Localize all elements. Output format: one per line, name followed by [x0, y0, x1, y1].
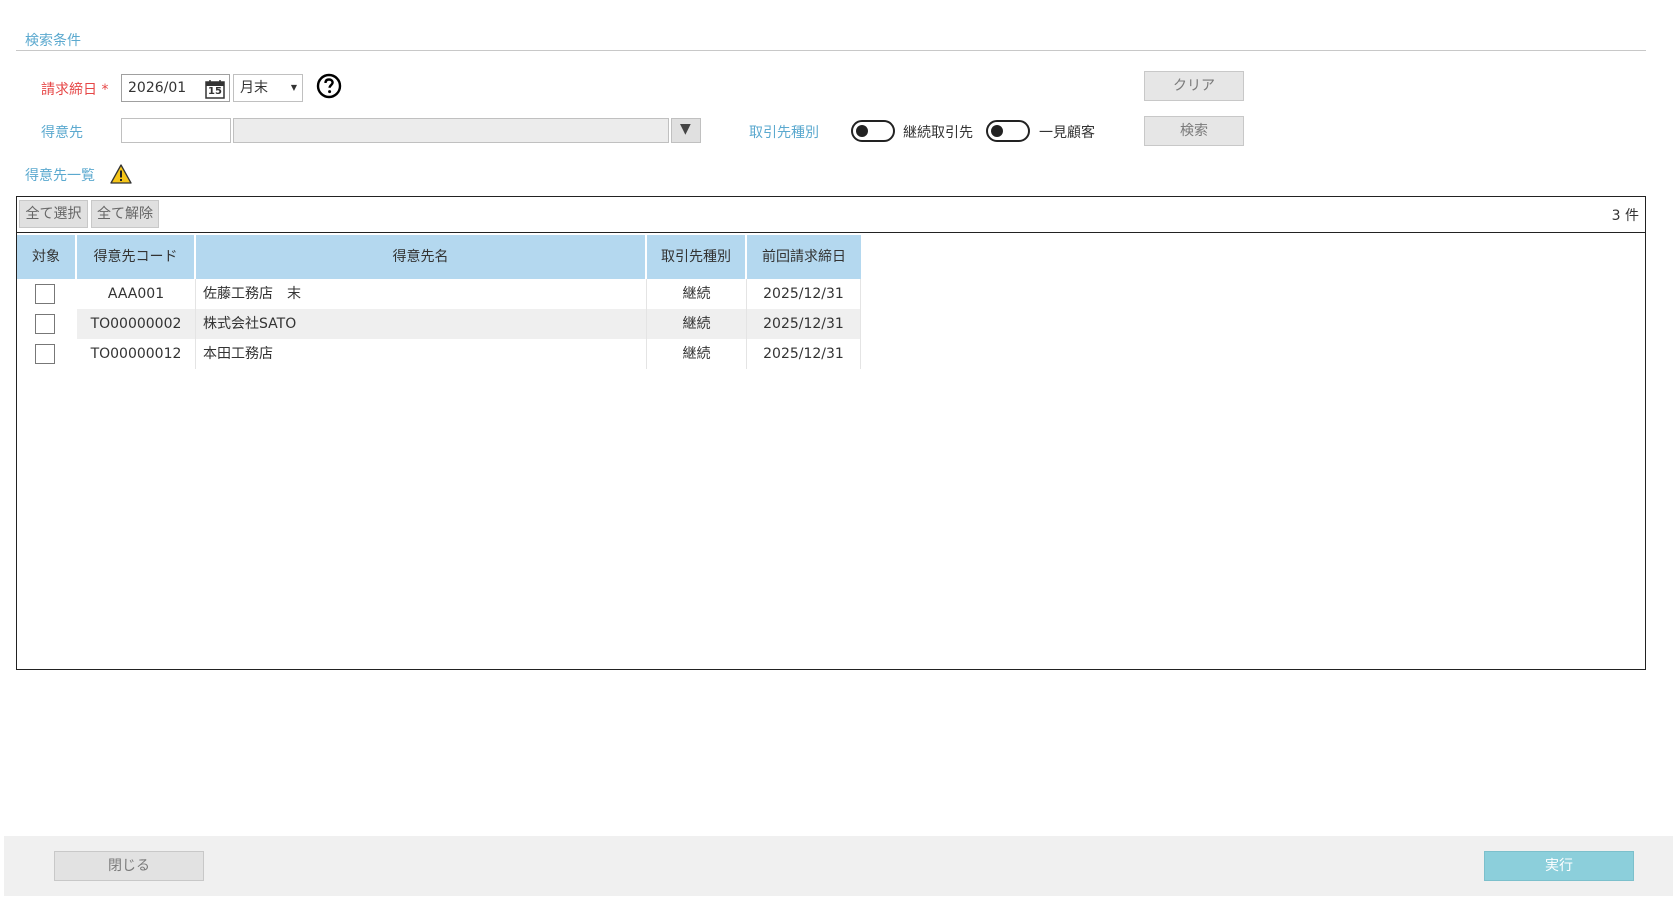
required-mark: * [101, 82, 109, 98]
help-icon[interactable] [316, 73, 342, 99]
search-section-divider [16, 50, 1646, 51]
warning-icon [110, 164, 132, 184]
row-code: AAA001 [77, 279, 196, 309]
calendar-icon-day: 15 [208, 86, 222, 97]
toggle-knob [991, 125, 1003, 137]
select-all-button[interactable]: 全て選択 [19, 200, 88, 228]
footer-bar: 閉じる 実行 [4, 836, 1673, 896]
row-code: TO00000002 [77, 309, 196, 339]
list-section-title: 得意先一覧 [25, 168, 95, 184]
table-row[interactable]: TO00000002 株式会社SATO 継続 2025/12/31 [17, 309, 861, 339]
row-type: 継続 [647, 279, 747, 309]
row-name: 佐藤工務店 末 [196, 279, 647, 309]
toggle-continuous-label: 継続取引先 [903, 125, 973, 141]
closing-day-select[interactable]: 月末 ▼ [233, 74, 303, 102]
row-code: TO00000012 [77, 339, 196, 369]
row-name: 本田工務店 [196, 339, 647, 369]
row-checkbox[interactable] [35, 284, 55, 304]
execute-button[interactable]: 実行 [1484, 851, 1634, 881]
calendar-icon[interactable]: 15 [205, 79, 225, 99]
row-last-date: 2025/12/31 [747, 279, 861, 309]
search-section-title: 検索条件 [25, 33, 81, 49]
table-toolbar: 全て選択 全て解除 3 件 [17, 197, 1645, 233]
customer-label: 得意先 [41, 125, 83, 141]
closing-date-label: 請求締日 * [41, 79, 108, 99]
search-button[interactable]: 検索 [1144, 116, 1244, 146]
closing-day-value: 月末 [240, 80, 268, 96]
close-button[interactable]: 閉じる [54, 851, 204, 881]
column-header-code: 得意先コード [77, 235, 196, 279]
customer-dropdown-button[interactable]: ▼ [671, 118, 701, 143]
table-row[interactable]: AAA001 佐藤工務店 末 継続 2025/12/31 [17, 279, 861, 309]
row-type: 継続 [647, 309, 747, 339]
row-checkbox[interactable] [35, 314, 55, 334]
deselect-all-button[interactable]: 全て解除 [91, 200, 159, 228]
toggle-continuous[interactable] [851, 120, 895, 142]
column-header-name: 得意先名 [196, 235, 647, 279]
row-last-date: 2025/12/31 [747, 309, 861, 339]
toggle-onetime-label: 一見顧客 [1039, 125, 1095, 141]
row-type: 継続 [647, 339, 747, 369]
table-row[interactable]: TO00000012 本田工務店 継続 2025/12/31 [17, 339, 861, 369]
closing-month-value: 2026/01 [128, 80, 187, 96]
customer-code-input[interactable] [121, 118, 231, 143]
triangle-down-icon: ▼ [680, 121, 691, 137]
customer-list-table: 全て選択 全て解除 3 件 対象 得意先コード 得意先名 取引先種別 前回請求締… [16, 196, 1646, 670]
toggle-onetime[interactable] [986, 120, 1030, 142]
column-header-type: 取引先種別 [647, 235, 747, 279]
closing-date-label-text: 請求締日 [41, 82, 97, 98]
transaction-type-label: 取引先種別 [749, 125, 819, 141]
column-header-last-date: 前回請求締日 [747, 235, 861, 279]
clear-button[interactable]: クリア [1144, 71, 1244, 101]
column-header-target: 対象 [17, 235, 77, 279]
record-count: 3 件 [1611, 208, 1639, 224]
customer-name-field [233, 118, 669, 143]
toggle-knob [856, 125, 868, 137]
chevron-down-icon: ▼ [290, 83, 297, 92]
row-checkbox[interactable] [35, 344, 55, 364]
row-name: 株式会社SATO [196, 309, 647, 339]
row-last-date: 2025/12/31 [747, 339, 861, 369]
